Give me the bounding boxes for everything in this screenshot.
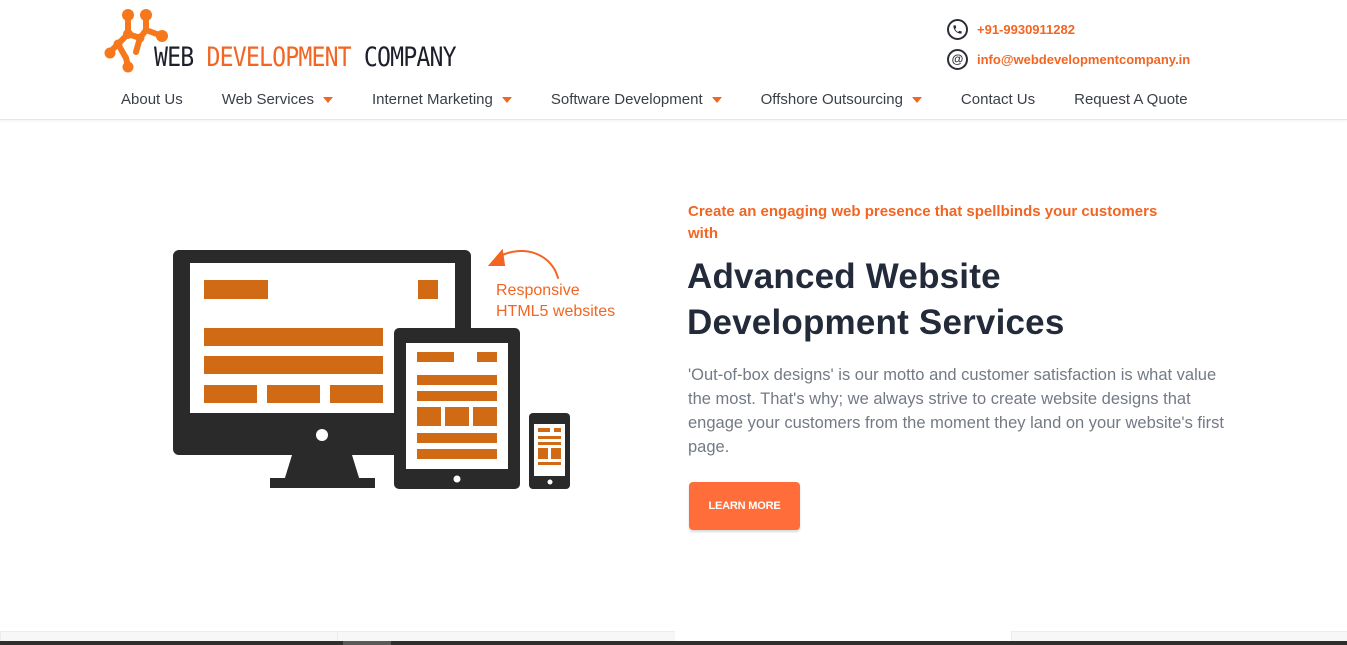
- nav-item-about-us[interactable]: About Us: [121, 91, 183, 108]
- nav-label: Web Services: [221, 90, 314, 108]
- headline-line-1: Advanced Website: [687, 257, 1001, 296]
- hero-description: 'Out-of-box designs' is our motto and cu…: [688, 366, 1224, 456]
- logo-word-web: WEB: [154, 42, 207, 73]
- nav-label: Contact Us: [960, 90, 1036, 108]
- tablet-icon: [394, 328, 520, 489]
- nav-label: Internet Marketing: [371, 90, 493, 108]
- site-logo[interactable]: WEB DEVELOPMENT COMPANY: [104, 8, 474, 74]
- bottom-tab[interactable]: [1011, 631, 1347, 641]
- learn-more-button[interactable]: LEARN MORE: [689, 482, 800, 530]
- nav-item-software-development[interactable]: Software Development: [551, 91, 722, 108]
- bottom-tab[interactable]: [337, 631, 675, 641]
- scrollbar-thumb[interactable]: [343, 641, 391, 645]
- illustration-caption-line1: Responsive: [496, 282, 580, 299]
- at-icon: @: [947, 48, 968, 70]
- caret-down-icon: [322, 96, 333, 103]
- caret-down-icon: [911, 96, 922, 103]
- logo-word-development: DEVELOPMENT: [206, 42, 351, 73]
- caret-down-icon: [711, 96, 722, 103]
- site-header: WEB DEVELOPMENT COMPANY +91-9930911282 @…: [0, 0, 1347, 120]
- bottom-section-tabs: [0, 631, 1347, 641]
- nav-label: Offshore Outsourcing: [760, 90, 903, 108]
- responsive-devices-illustration: Responsive HTML5 websites: [173, 248, 615, 489]
- email-link[interactable]: info@webdevelopmentcompany.in: [977, 52, 1190, 67]
- phone-icon: [947, 18, 968, 40]
- nav-item-contact-us[interactable]: Contact Us: [961, 91, 1035, 108]
- nav-label: Software Development: [550, 90, 703, 108]
- contact-phone: +91-9930911282: [947, 18, 1190, 40]
- headline-line-2: Development Services: [687, 303, 1065, 342]
- illustration-caption-line2: HTML5 websites: [496, 303, 615, 320]
- hero-headline: Advanced Website Development Services: [687, 254, 1247, 346]
- phone-device-icon: [529, 413, 570, 489]
- caret-down-icon: [501, 96, 512, 103]
- nav-item-request-a-quote[interactable]: Request A Quote: [1074, 91, 1187, 108]
- logo-word-company: COMPANY: [350, 42, 457, 73]
- nav-item-offshore-outsourcing[interactable]: Offshore Outsourcing: [761, 91, 922, 108]
- horizontal-scrollbar[interactable]: [0, 641, 1347, 645]
- hero-tagline: Create an engaging web presence that spe…: [688, 203, 1158, 242]
- nav-item-internet-marketing[interactable]: Internet Marketing: [372, 91, 512, 108]
- logo-wordmark: WEB DEVELOPMENT COMPANY: [154, 38, 457, 78]
- nav-label: Request A Quote: [1074, 90, 1188, 108]
- nav-item-web-services[interactable]: Web Services: [222, 91, 333, 108]
- phone-link[interactable]: +91-9930911282: [977, 22, 1075, 37]
- header-contact: +91-9930911282 @ info@webdevelopmentcomp…: [947, 18, 1190, 78]
- main-nav: About Us Web Services Internet Marketing…: [121, 86, 1227, 112]
- bottom-tab[interactable]: [0, 631, 337, 641]
- contact-email: @ info@webdevelopmentcompany.in: [947, 48, 1190, 70]
- curved-arrow-icon: [487, 248, 559, 279]
- nav-label: About Us: [121, 90, 183, 108]
